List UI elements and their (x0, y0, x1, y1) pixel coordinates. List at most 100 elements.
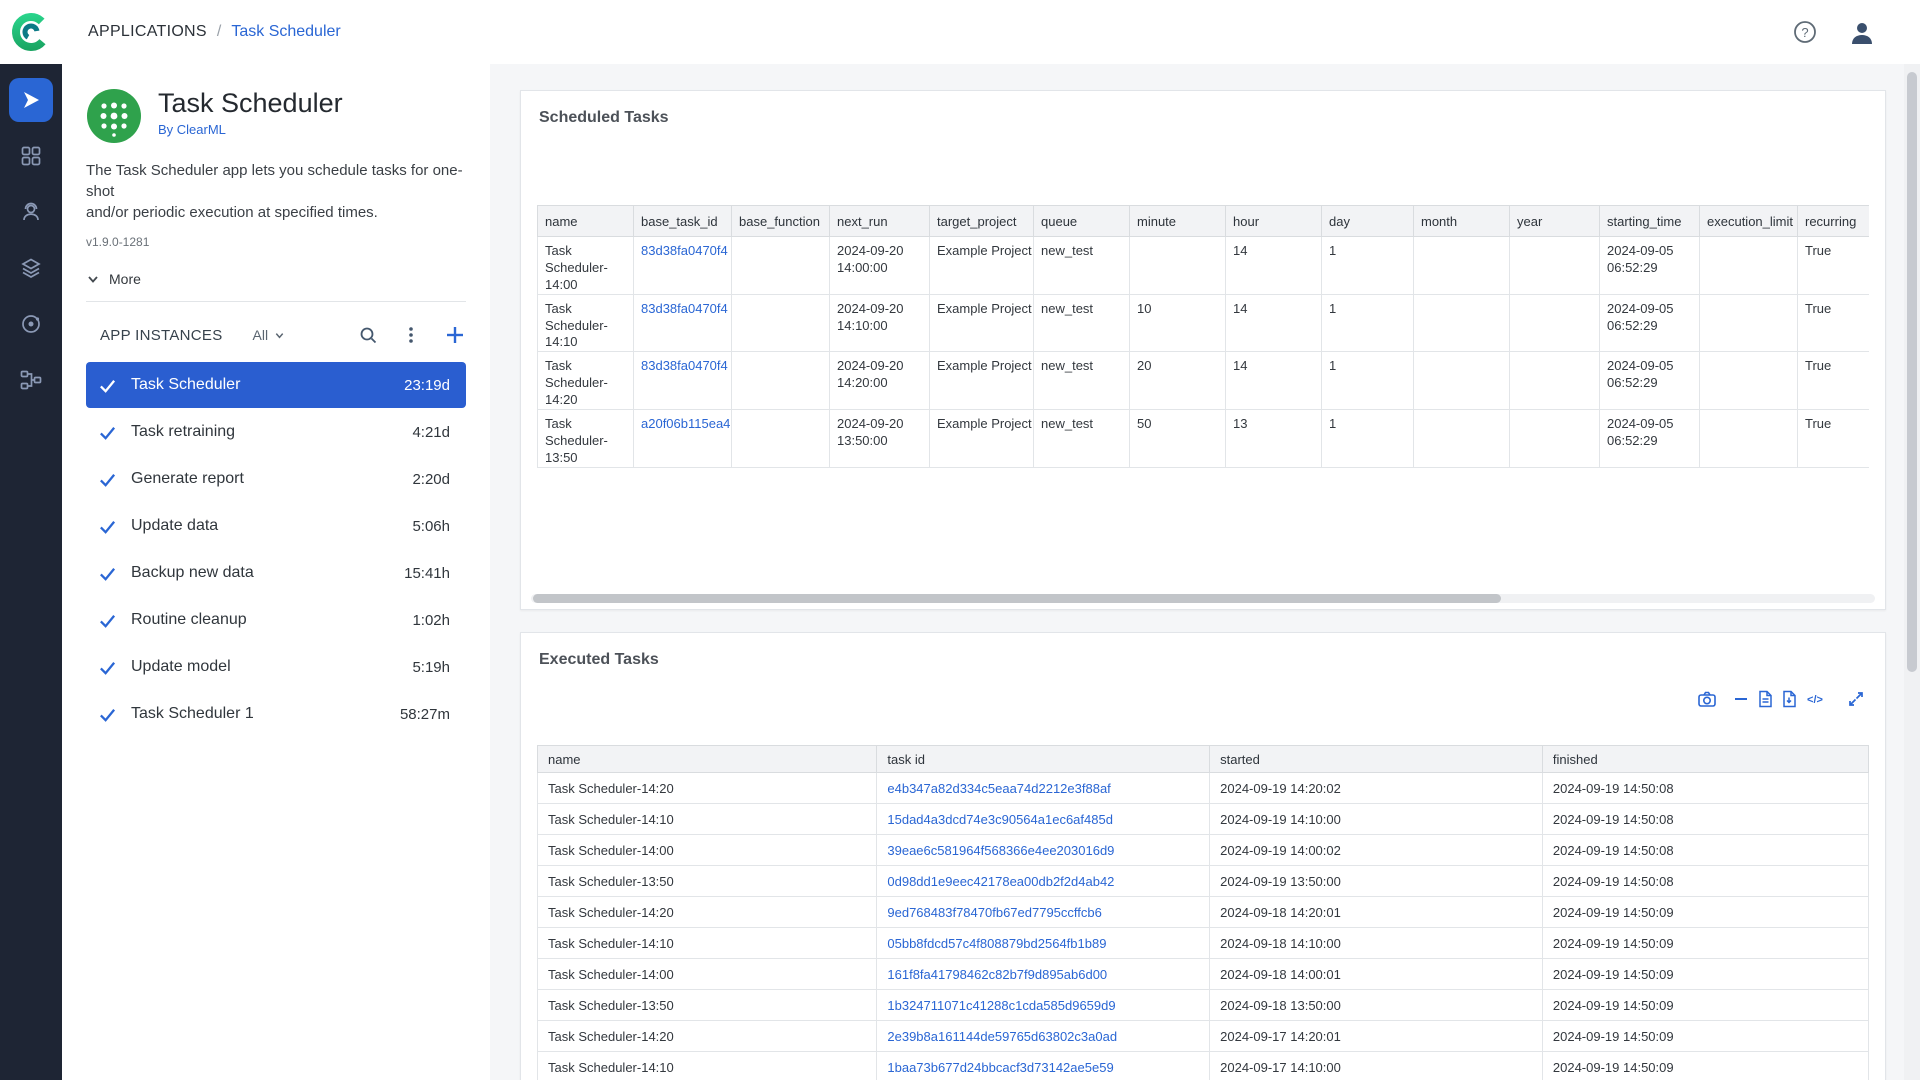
table-row[interactable]: Task Scheduler-13:501b324711071c41288c1c… (538, 990, 1869, 1021)
task-id-cell: 39eae6c581964f568366e4ee203016d9 (877, 835, 1210, 866)
instances-filter-dropdown[interactable]: All (253, 327, 286, 343)
app-instance-row[interactable]: Task Scheduler23:19d (86, 362, 466, 408)
app-instance-row[interactable]: Update data5:06h (86, 503, 466, 549)
app-instance-row[interactable]: Backup new data15:41h (86, 550, 466, 596)
column-header-base_function[interactable]: base_function (732, 206, 830, 237)
column-header-execution_limit[interactable]: execution_limit (1700, 206, 1798, 237)
instance-duration: 23:19d (404, 377, 450, 394)
table-row[interactable]: Task Scheduler-14:20e4b347a82d334c5eaa74… (538, 773, 1869, 804)
column-header-minute[interactable]: minute (1130, 206, 1226, 237)
add-instance-button[interactable] (444, 324, 466, 346)
executed-table-viewport: nametask idstartedfinishedTask Scheduler… (537, 745, 1869, 1080)
nav-applications[interactable] (9, 78, 53, 122)
scheduled-tasks-title: Scheduled Tasks (521, 91, 1885, 127)
horizontal-scrollbar-track (531, 594, 1875, 603)
cell: 2024-09-19 14:50:09 (1542, 1021, 1868, 1052)
cell: 2024-09-19 14:50:08 (1542, 835, 1868, 866)
task-id-link[interactable]: 2e39b8a161144de59765d63802c3a0ad (887, 1029, 1117, 1044)
app-instance-row[interactable]: Generate report2:20d (86, 456, 466, 502)
maximize-button[interactable] (1847, 690, 1865, 708)
table-row[interactable]: Task Scheduler-14:209ed768483f78470fb67e… (538, 897, 1869, 928)
task-id-link[interactable]: 1baa73b677d24bbcacf3d73142ae5e59 (887, 1060, 1113, 1075)
nav-models[interactable] (9, 302, 53, 346)
download-snapshot-button[interactable] (1697, 689, 1717, 709)
user-menu-button[interactable] (1848, 18, 1876, 46)
cell (1414, 352, 1510, 410)
column-header-base_task_id[interactable]: base_task_id (634, 206, 732, 237)
cell: 2024-09-19 14:50:09 (1542, 928, 1868, 959)
table-row[interactable]: Task Scheduler-14:1083d38fa0470f42024-09… (538, 294, 1870, 352)
breadcrumb-applications[interactable]: APPLICATIONS (88, 23, 207, 41)
column-header-starting_time[interactable]: starting_time (1600, 206, 1700, 237)
task-id-link[interactable]: 83d38fa0470f4 (641, 301, 728, 316)
table-row[interactable]: Task Scheduler-14:0039eae6c581964f568366… (538, 835, 1869, 866)
column-header-name[interactable]: name (538, 206, 634, 237)
app-instance-row[interactable]: Update model5:19h (86, 644, 466, 690)
filter-selected-value: All (253, 327, 269, 343)
table-row[interactable]: Task Scheduler-14:2083d38fa0470f42024-09… (538, 352, 1870, 410)
table-row[interactable]: Task Scheduler-14:202e39b8a161144de59765… (538, 1021, 1869, 1052)
cell (732, 294, 830, 352)
task-id-link[interactable]: 0d98dd1e9eec42178ea00db2f2d4ab42 (887, 874, 1114, 889)
app-instance-row[interactable]: Task Scheduler 158:27m (86, 691, 466, 737)
nav-pipelines[interactable] (9, 358, 53, 402)
clearml-logo[interactable] (0, 10, 62, 54)
horizontal-scrollbar-thumb[interactable] (533, 594, 1501, 603)
cell: 2024-09-18 14:20:01 (1210, 897, 1543, 928)
task-id-link[interactable]: e4b347a82d334c5eaa74d2212e3f88af (887, 781, 1110, 796)
table-row[interactable]: Task Scheduler-14:1015dad4a3dcd74e3c9056… (538, 804, 1869, 835)
collapse-button[interactable] (1733, 691, 1749, 707)
column-header-next_run[interactable]: next_run (830, 206, 930, 237)
code-icon: </> (1805, 691, 1825, 707)
column-header-task-id[interactable]: task id (877, 746, 1210, 773)
table-row[interactable]: Task Scheduler-14:00161f8fa41798462c82b7… (538, 959, 1869, 990)
task-id-link[interactable]: 15dad4a3dcd74e3c90564a1ec6af485d (887, 812, 1113, 827)
table-row[interactable]: Task Scheduler-14:1005bb8fdcd57c4f808879… (538, 928, 1869, 959)
nav-workers[interactable] (9, 190, 53, 234)
column-header-hour[interactable]: hour (1226, 206, 1322, 237)
download-csv-button[interactable] (1757, 690, 1773, 708)
table-row[interactable]: Task Scheduler-14:101baa73b677d24bbcacf3… (538, 1052, 1869, 1080)
app-instance-row[interactable]: Task retraining4:21d (86, 409, 466, 455)
nav-projects[interactable] (9, 134, 53, 178)
task-id-link[interactable]: 83d38fa0470f4 (641, 358, 728, 373)
vertical-scrollbar-track (1904, 64, 1920, 1080)
cell (1700, 410, 1798, 468)
download-file-icon (1781, 690, 1797, 708)
view-source-button[interactable]: </> (1805, 691, 1825, 707)
column-header-queue[interactable]: queue (1034, 206, 1130, 237)
help-button[interactable]: ? (1792, 19, 1818, 45)
task-id-link[interactable]: a20f06b115ea4 (641, 416, 730, 431)
search-button[interactable] (358, 325, 378, 345)
column-header-started[interactable]: started (1210, 746, 1543, 773)
instances-menu-button[interactable] (402, 325, 420, 345)
table-row[interactable]: Task Scheduler-14:0083d38fa0470f42024-09… (538, 237, 1870, 295)
task-id-link[interactable]: 83d38fa0470f4 (641, 243, 728, 258)
nav-datasets[interactable] (9, 246, 53, 290)
task-id-link[interactable]: 39eae6c581964f568366e4ee203016d9 (887, 843, 1114, 858)
column-header-month[interactable]: month (1414, 206, 1510, 237)
table-row[interactable]: Task Scheduler-13:500d98dd1e9eec42178ea0… (538, 866, 1869, 897)
check-icon (98, 705, 117, 724)
column-header-finished[interactable]: finished (1542, 746, 1868, 773)
column-header-day[interactable]: day (1322, 206, 1414, 237)
models-icon (19, 312, 43, 336)
download-data-button[interactable] (1781, 690, 1797, 708)
app-header: Task Scheduler By ClearML (86, 88, 466, 144)
task-id-link[interactable]: 161f8fa41798462c82b7f9d895ab6d00 (887, 967, 1107, 982)
app-byline-link[interactable]: By ClearML (158, 122, 343, 137)
column-header-target_project[interactable]: target_project (930, 206, 1034, 237)
more-toggle[interactable]: More (86, 271, 141, 287)
app-instance-row[interactable]: Routine cleanup1:02h (86, 597, 466, 643)
cell: 2024-09-18 14:10:00 (1210, 928, 1543, 959)
cell (732, 410, 830, 468)
projects-icon (19, 144, 43, 168)
task-id-link[interactable]: 9ed768483f78470fb67ed7795ccffcb6 (887, 905, 1101, 920)
column-header-recurring[interactable]: recurring (1798, 206, 1870, 237)
column-header-year[interactable]: year (1510, 206, 1600, 237)
task-id-link[interactable]: 05bb8fdcd57c4f808879bd2564fb1b89 (887, 936, 1106, 951)
table-row[interactable]: Task Scheduler-13:50a20f06b115ea42024-09… (538, 410, 1870, 468)
vertical-scrollbar-thumb[interactable] (1907, 72, 1917, 672)
column-header-name[interactable]: name (538, 746, 877, 773)
task-id-link[interactable]: 1b324711071c41288c1cda585d9659d9 (887, 998, 1115, 1013)
